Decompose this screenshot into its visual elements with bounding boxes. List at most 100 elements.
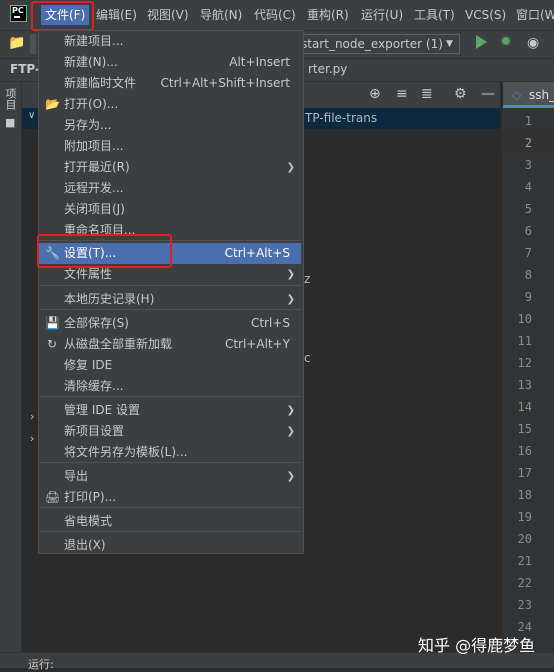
menu-code[interactable]: 代码(C): [254, 5, 296, 25]
menu-item-attach-project[interactable]: 附加项目...: [39, 136, 301, 157]
menu-item-label: 新建(N)...: [64, 55, 118, 69]
run-configuration-select[interactable]: start_node_exporter (1): [292, 34, 460, 54]
menu-item-new-scratch-file[interactable]: 新建临时文件 Ctrl+Alt+Shift+Insert: [39, 73, 301, 94]
python-file-icon: ◇: [512, 88, 522, 102]
line-number: 2: [524, 136, 532, 150]
menu-item-save-all[interactable]: 💾 全部保存(S) Ctrl+S: [39, 313, 301, 334]
chevron-right-icon[interactable]: ›: [30, 410, 34, 423]
line-number: 6: [524, 224, 532, 238]
chevron-down-icon[interactable]: ∨: [28, 110, 35, 121]
line-number: 18: [517, 488, 532, 502]
menu-item-label: 修复 IDE: [64, 358, 113, 372]
tree-item-fragment: z: [304, 272, 311, 286]
left-tool-strip: [0, 82, 22, 652]
menu-item-repair-ide[interactable]: 修复 IDE: [39, 355, 301, 376]
menu-view[interactable]: 视图(V): [147, 5, 189, 25]
menu-item-local-history[interactable]: 本地历史记录(H) ❯: [39, 289, 301, 310]
menu-refactor[interactable]: 重构(R): [307, 5, 349, 25]
open-folder-icon: 📂: [45, 97, 60, 111]
menu-item-shortcut: Ctrl+S: [250, 316, 290, 330]
chevron-right-icon: ❯: [286, 294, 295, 305]
menu-item-label: 打印(P)...: [64, 490, 117, 504]
gear-icon[interactable]: ⚙: [454, 86, 467, 102]
line-number: 11: [517, 334, 532, 348]
menu-item-open-recent[interactable]: 打开最近(R) ❯: [39, 157, 301, 178]
line-number: 12: [517, 356, 532, 370]
chevron-right-icon[interactable]: ›: [30, 432, 34, 445]
line-number: 8: [524, 268, 532, 282]
file-breadcrumb[interactable]: rter.py: [308, 62, 347, 76]
menu-item-invalidate-caches[interactable]: 清除缓存...: [39, 376, 301, 397]
folder-icon[interactable]: ■: [5, 116, 15, 129]
line-number: 3: [524, 158, 532, 172]
menu-item-label: 关闭项目(J): [64, 202, 125, 216]
menu-item-print[interactable]: 🖨 打印(P)...: [39, 487, 301, 508]
menu-item-label: 导出: [64, 469, 89, 483]
debug-bug-icon[interactable]: ✹: [500, 35, 514, 50]
project-root-label[interactable]: TP-file-trans: [305, 111, 377, 125]
menu-item-shortcut: Ctrl+Alt+S: [224, 246, 290, 260]
folder-icon[interactable]: 📁: [8, 35, 25, 51]
menu-separator: [39, 507, 301, 508]
project-breadcrumb[interactable]: FTP-: [10, 62, 40, 76]
menu-item-manage-ide-settings[interactable]: 管理 IDE 设置 ❯: [39, 400, 301, 421]
menu-item-save-file-as-template[interactable]: 将文件另存为模板(L)...: [39, 442, 301, 463]
menu-run[interactable]: 运行(U): [361, 5, 403, 25]
menu-item-save-as[interactable]: 另存为...: [39, 115, 301, 136]
line-number: 16: [517, 444, 532, 458]
line-number: 17: [517, 466, 532, 480]
menu-navigate[interactable]: 导航(N): [200, 5, 242, 25]
menu-item-label: 省电模式: [64, 514, 113, 528]
menu-item-reload-from-disk[interactable]: ↻ 从磁盘全部重新加载 Ctrl+Alt+Y: [39, 334, 301, 355]
menu-separator: [39, 285, 301, 286]
menu-item-new[interactable]: 新建(N)... Alt+Insert: [39, 52, 301, 73]
locate-icon[interactable]: ⊕: [369, 86, 381, 102]
tree-item-fragment: c: [304, 351, 311, 365]
menu-window[interactable]: 窗口(W: [516, 5, 554, 25]
coverage-icon[interactable]: ◉: [527, 35, 539, 51]
menu-item-shortcut: Alt+Insert: [229, 55, 290, 69]
project-tool-tab[interactable]: 项目: [4, 88, 17, 110]
menu-item-new-project-settings[interactable]: 新项目设置 ❯: [39, 421, 301, 442]
menu-item-label: 本地历史记录(H): [64, 292, 155, 306]
menu-item-exit[interactable]: 退出(X): [39, 535, 301, 556]
menu-item-open[interactable]: 📂 打开(O)...: [39, 94, 301, 115]
menu-item-shortcut: Ctrl+Alt+Y: [224, 337, 290, 351]
toolbar-divider: [30, 34, 36, 54]
run-icon[interactable]: [476, 35, 487, 49]
chevron-right-icon: ❯: [286, 405, 295, 416]
editor-tab-label[interactable]: ssh_: [529, 88, 554, 102]
menu-item-label: 新建临时文件: [64, 76, 137, 90]
menu-item-new-project[interactable]: 新建项目...: [39, 31, 301, 52]
line-number: 14: [517, 400, 532, 414]
menu-item-label: 打开最近(R): [64, 160, 130, 174]
line-number: 9: [524, 290, 532, 304]
menu-item-label: 将文件另存为模板(L)...: [64, 445, 188, 459]
settings-highlight-box: [37, 234, 172, 268]
reload-icon: ↻: [46, 337, 58, 351]
collapse-all-icon[interactable]: ≣: [421, 86, 433, 102]
menu-item-power-save-mode[interactable]: 省电模式: [39, 511, 301, 532]
chevron-down-icon[interactable]: ▼: [446, 39, 453, 49]
menu-edit[interactable]: 编辑(E): [96, 5, 137, 25]
file-menu-items: 新建项目... 新建(N)... Alt+Insert 新建临时文件 Ctrl+Alt+…: [38, 30, 304, 554]
run-tool-label[interactable]: 运行:: [28, 656, 54, 672]
chevron-right-icon: ❯: [286, 426, 295, 437]
menu-tools[interactable]: 工具(T): [414, 5, 455, 25]
minimize-icon[interactable]: —: [481, 86, 495, 102]
menu-separator: [39, 462, 301, 463]
line-numbers: 1 2 3 4 5 6 7 8 9 10 11 12 13 14 15 16 17 18 19 20 21 22 23 24: [502, 108, 554, 652]
expand-all-icon[interactable]: ≡: [396, 86, 408, 102]
menu-separator: [39, 309, 301, 310]
menu-item-label: 从磁盘全部重新加载: [64, 337, 173, 351]
menu-item-remote-development[interactable]: 远程开发...: [39, 178, 301, 199]
menu-item-export[interactable]: 导出 ❯: [39, 466, 301, 487]
line-number: 13: [517, 378, 532, 392]
line-number: 20: [517, 532, 532, 546]
line-number: 15: [517, 422, 532, 436]
line-number: 23: [517, 598, 532, 612]
menu-vcs[interactable]: VCS(S): [465, 5, 506, 25]
menu-item-close-project[interactable]: 关闭项目(J): [39, 199, 301, 220]
menu-item-label: 全部保存(S): [64, 316, 129, 330]
menu-item-label: 退出(X): [64, 538, 106, 552]
